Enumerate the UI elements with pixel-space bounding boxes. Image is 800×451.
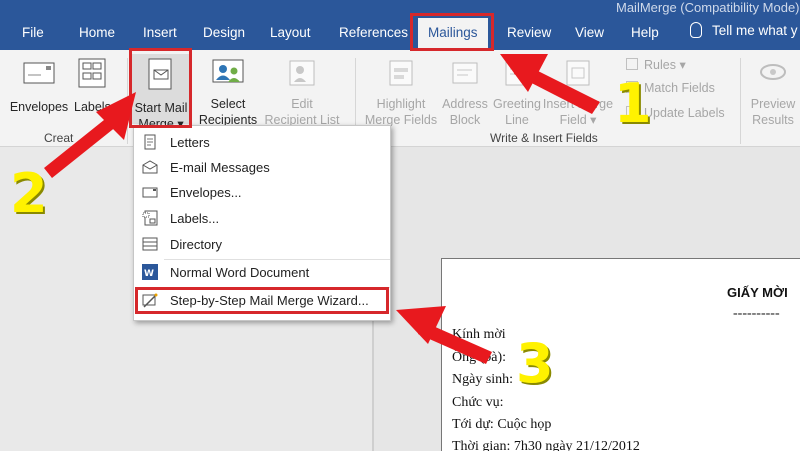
arrow-1 xyxy=(500,54,600,114)
arrow-2 xyxy=(44,92,136,178)
step-number-1: 1 xyxy=(614,72,652,135)
step-number-2: 2 xyxy=(10,162,48,225)
arrow-3 xyxy=(396,306,492,364)
annotation-arrows xyxy=(44,54,600,364)
step-number-3: 3 xyxy=(516,332,554,395)
